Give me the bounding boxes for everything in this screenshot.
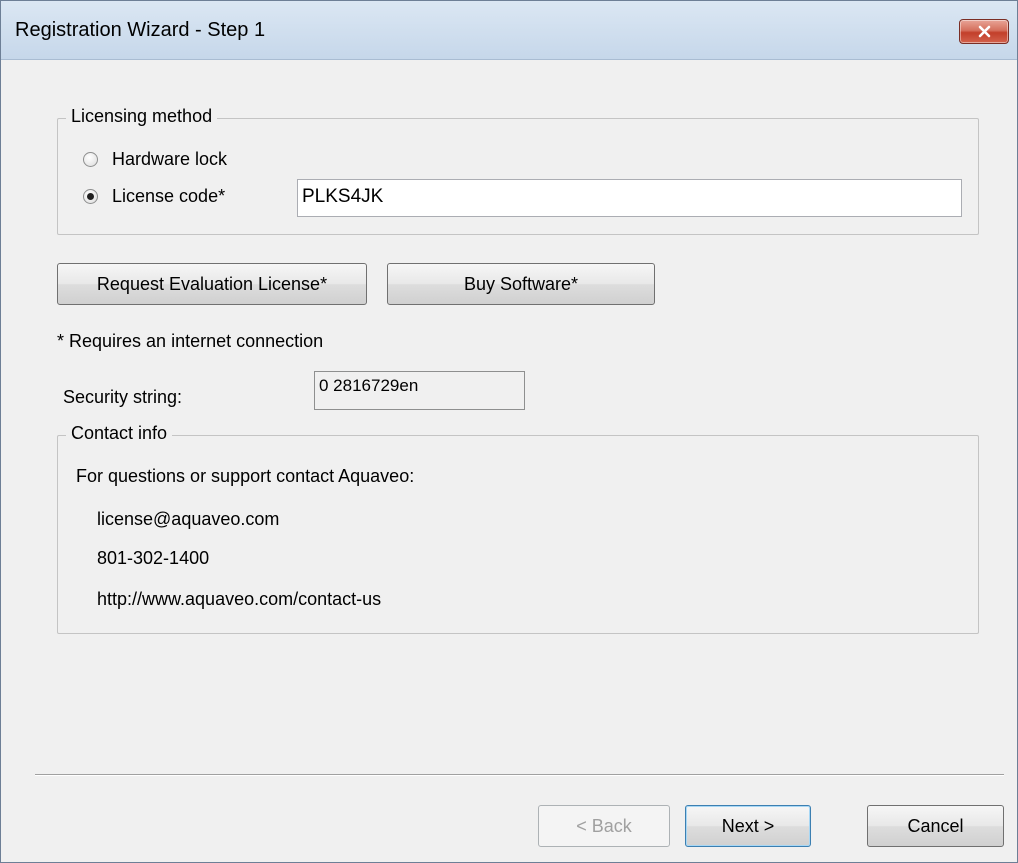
- request-evaluation-license-button[interactable]: Request Evaluation License*: [57, 263, 367, 305]
- security-string-value: 0 2816729en: [314, 371, 525, 410]
- contact-url: http://www.aquaveo.com/contact-us: [97, 589, 382, 609]
- close-button[interactable]: [959, 19, 1009, 44]
- license-code-label: License code*: [112, 186, 226, 206]
- hardware-lock-label: Hardware lock: [112, 149, 228, 169]
- contact-info-legend: Contact info: [66, 423, 173, 444]
- close-icon: [978, 25, 991, 38]
- back-button[interactable]: < Back: [538, 805, 670, 847]
- hardware-lock-option[interactable]: Hardware lock: [83, 149, 227, 170]
- title-bar: Registration Wizard - Step 1: [1, 1, 1017, 60]
- licensing-method-legend: Licensing method: [66, 106, 218, 127]
- contact-email: license@aquaveo.com: [97, 509, 280, 529]
- contact-phone: 801-302-1400: [97, 548, 210, 568]
- footer-separator: [35, 774, 1004, 776]
- license-code-option[interactable]: License code*: [83, 186, 225, 207]
- contact-info-group: Contact info For questions or support co…: [57, 423, 979, 634]
- contact-intro: For questions or support contact Aquaveo…: [76, 466, 415, 486]
- licensing-method-group: Licensing method Hardware lock License c…: [57, 106, 979, 235]
- security-string-label: Security string:: [63, 387, 183, 407]
- license-code-input[interactable]: PLKS4JK: [297, 179, 962, 217]
- buy-software-button[interactable]: Buy Software*: [387, 263, 655, 305]
- registration-wizard-window: Registration Wizard - Step 1 Licensing m…: [0, 0, 1018, 863]
- radio-icon[interactable]: [83, 189, 98, 204]
- internet-note: * Requires an internet connection: [57, 331, 324, 351]
- window-title: Registration Wizard - Step 1: [15, 19, 266, 41]
- cancel-button[interactable]: Cancel: [867, 805, 1004, 847]
- radio-icon[interactable]: [83, 152, 98, 167]
- next-button[interactable]: Next >: [685, 805, 811, 847]
